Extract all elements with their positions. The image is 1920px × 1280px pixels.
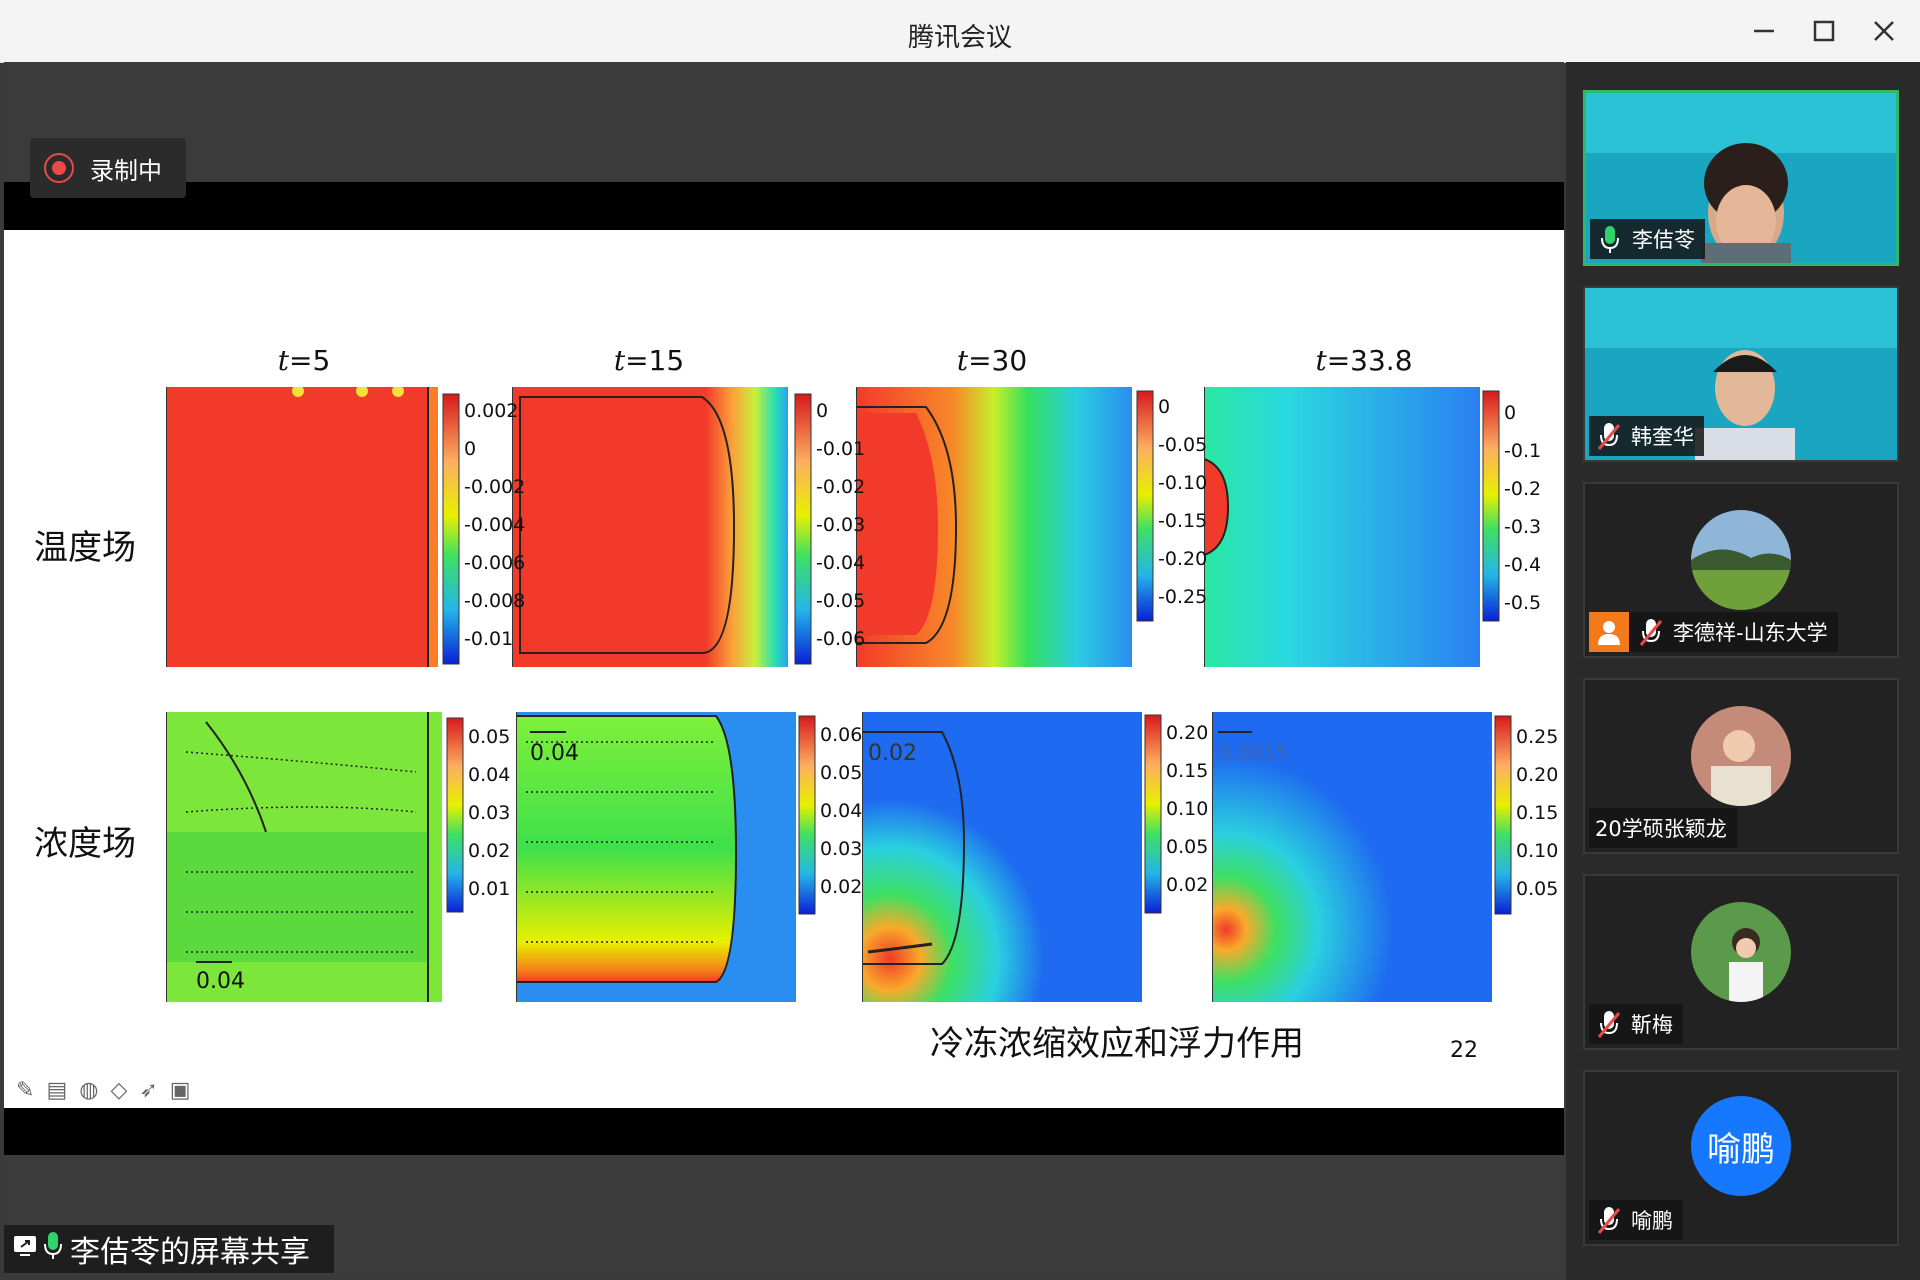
minimize-button[interactable] <box>1742 10 1786 52</box>
participant-label: 靳梅 <box>1589 1004 1683 1044</box>
panel-title-t30: t=30 <box>956 344 1028 377</box>
vector-scale-t5: 0.04 <box>196 969 245 994</box>
screen-share-icon <box>12 1232 38 1267</box>
row-label-temperature: 温度场 <box>34 528 136 568</box>
recording-label: 录制中 <box>90 156 162 185</box>
annotation-toolbar: ✎ ▤ ◍ ◇ ➶ ▣ <box>16 1078 191 1103</box>
maximize-icon <box>1813 20 1835 42</box>
concentration-colorbar-3 <box>1144 714 1162 914</box>
participant-label: 喻鹏 <box>1589 1200 1683 1240</box>
participant-name: 靳梅 <box>1631 1013 1673 1037</box>
recording-indicator[interactable]: 录制中 <box>30 138 186 198</box>
temperature-colorbar-2 <box>794 393 812 665</box>
record-icon <box>44 153 74 183</box>
mic-muted-icon <box>1595 1009 1623 1039</box>
concentration-field-t30: 0.02 <box>862 712 1142 1002</box>
meeting-window: 腾讯会议 录制中 温度场 浓度场 t=5 t=15 t=30 t=33.8 0.… <box>0 0 1920 1280</box>
concentration-field-t15: 0.04 <box>516 712 796 1002</box>
temperature-colorbar-4 <box>1482 390 1500 622</box>
screen-share-label: 李佶苓的屏幕共享 <box>4 1225 334 1273</box>
participant-name: 20学硕张颖龙 <box>1595 817 1727 841</box>
presentation-slide: 温度场 浓度场 t=5 t=15 t=30 t=33.8 0.002 0 -0.… <box>4 230 1564 1108</box>
participant-tile[interactable]: 李德祥-山东大学 <box>1583 482 1899 658</box>
temperature-colorbar-1 <box>442 393 460 665</box>
participant-tile[interactable]: 20学硕张颖龙 <box>1583 678 1899 854</box>
vector-scale-t15: 0.04 <box>530 741 579 766</box>
participant-label: 韩奎华 <box>1589 416 1704 456</box>
avatar <box>1691 510 1791 610</box>
letterbox-bottom <box>4 1108 1564 1155</box>
vector-scale-t33: 0.0015 <box>1218 741 1288 765</box>
concentration-colorbar-4 <box>1494 715 1512 915</box>
avatar <box>1691 902 1791 1002</box>
minimize-icon <box>1754 29 1774 33</box>
participant-label: 李德祥-山东大学 <box>1589 612 1838 652</box>
mic-muted-icon <box>1595 1205 1623 1235</box>
participant-tile[interactable]: 韩奎华 <box>1583 286 1899 462</box>
window-title: 腾讯会议 <box>907 23 1012 53</box>
mic-muted-icon <box>1595 421 1623 451</box>
temperature-field-t5 <box>166 387 438 667</box>
participant-name: 韩奎华 <box>1631 425 1694 449</box>
concentration-colorbar-1 <box>446 717 464 913</box>
participant-tile[interactable]: 李佶苓 <box>1583 90 1899 266</box>
participant-name: 李佶苓 <box>1632 228 1695 252</box>
participant-name: 喻鹏 <box>1631 1209 1673 1233</box>
concentration-field-t33: 0.0015 <box>1212 712 1492 1002</box>
participant-tile[interactable]: 喻鹏 喻鹏 <box>1583 1070 1899 1246</box>
vector-scale-t30: 0.02 <box>868 741 917 766</box>
participant-name: 李德祥-山东大学 <box>1673 621 1828 645</box>
panel-title-t5: t=5 <box>277 344 331 377</box>
temperature-colorbar-3 <box>1136 390 1154 622</box>
temperature-field-t15 <box>512 387 788 667</box>
temperature-field-t30 <box>856 387 1132 667</box>
participant-label: 20学硕张颖龙 <box>1589 808 1737 848</box>
concentration-field-t5: 0.04 <box>166 712 442 1002</box>
panel-title-t15: t=15 <box>613 344 685 377</box>
avatar <box>1691 706 1791 806</box>
participant-tile[interactable]: 靳梅 <box>1583 874 1899 1050</box>
close-icon <box>1874 21 1894 41</box>
screen-share-owner: 李佶苓的屏幕共享 <box>70 1235 310 1270</box>
row-label-concentration: 浓度场 <box>34 824 136 864</box>
mic-icon <box>1596 224 1624 254</box>
user-icon <box>1589 612 1629 652</box>
text-avatar: 喻鹏 <box>1691 1096 1791 1196</box>
title-bar: 腾讯会议 <box>0 0 1920 63</box>
participant-label: 李佶苓 <box>1590 219 1705 259</box>
panel-title-t33: t=33.8 <box>1315 344 1413 377</box>
slide-page-number: 22 <box>1450 1038 1478 1063</box>
eraser-icon[interactable]: ◇ <box>110 1078 127 1103</box>
letterbox-top <box>4 182 1564 230</box>
palette-icon[interactable]: ◍ <box>79 1078 98 1103</box>
window-icon[interactable]: ▤ <box>46 1078 67 1103</box>
spotlight-icon[interactable]: ▣ <box>170 1078 191 1103</box>
close-button[interactable] <box>1862 10 1906 52</box>
concentration-colorbar-2 <box>798 715 816 915</box>
maximize-button[interactable] <box>1802 10 1846 52</box>
slide-caption: 冷冻浓缩效应和浮力作用 <box>930 1024 1304 1064</box>
pen-icon[interactable]: ✎ <box>16 1078 34 1103</box>
temperature-field-t33 <box>1204 387 1480 667</box>
mic-muted-icon <box>1637 617 1665 647</box>
mic-icon <box>42 1230 64 1268</box>
pointer-icon[interactable]: ➶ <box>139 1078 157 1103</box>
